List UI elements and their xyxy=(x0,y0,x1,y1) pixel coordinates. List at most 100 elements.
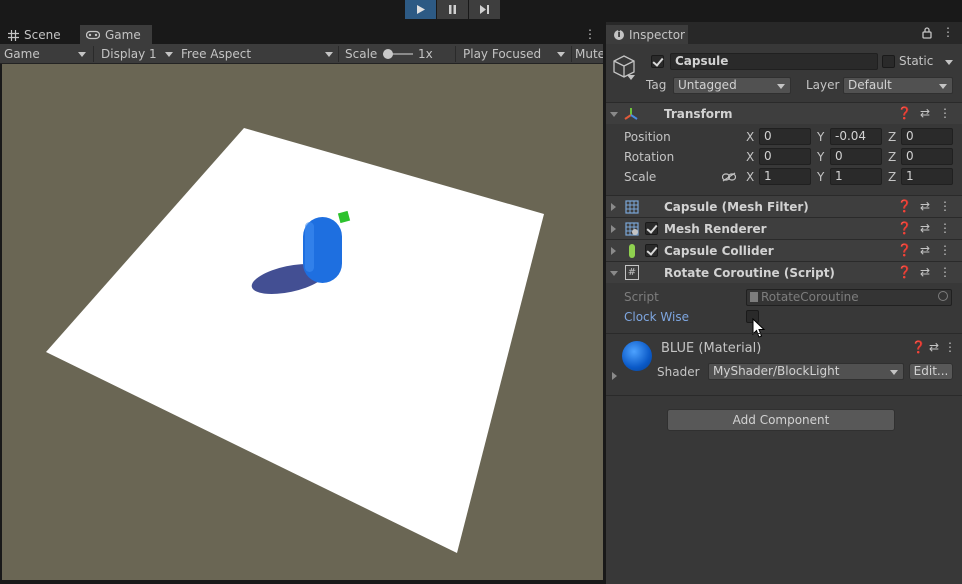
component-menu-icon[interactable]: ⋮ xyxy=(938,243,952,257)
rotation-z-field[interactable]: 0 xyxy=(901,148,953,165)
chevron-down-icon xyxy=(325,52,333,57)
game-mode-dropdown[interactable]: Game xyxy=(4,44,90,64)
component-menu-icon[interactable]: ⋮ xyxy=(938,221,952,235)
preset-sliders-icon[interactable]: ⇄ xyxy=(918,243,932,257)
collider-enabled-checkbox[interactable] xyxy=(645,244,658,257)
component-menu-icon[interactable]: ⋮ xyxy=(938,199,952,213)
static-label: Static xyxy=(899,54,934,68)
component-menu-icon[interactable]: ⋮ xyxy=(938,265,952,279)
game-mode-label: Game xyxy=(4,47,40,61)
foldout-arrow-icon[interactable] xyxy=(612,372,617,380)
pause-button[interactable] xyxy=(437,0,468,19)
position-x-field[interactable]: 0 xyxy=(759,128,811,145)
mesh-filter-header[interactable]: Capsule (Mesh Filter) ❓ ⇄ ⋮ xyxy=(606,195,962,217)
aspect-label: Free Aspect xyxy=(181,47,252,61)
shader-dropdown[interactable]: MyShader/BlockLight xyxy=(708,363,904,380)
shader-label: Shader xyxy=(657,365,700,379)
rotation-y-field[interactable]: 0 xyxy=(830,148,882,165)
capsule-collider-header[interactable]: Capsule Collider ❓ ⇄ ⋮ xyxy=(606,239,962,261)
transform-axes-icon xyxy=(624,108,638,120)
constrain-proportions-icon[interactable] xyxy=(722,172,736,182)
mesh-filter-title: Capsule (Mesh Filter) xyxy=(664,200,809,214)
help-icon[interactable]: ❓ xyxy=(911,340,926,354)
axis-x-label: X xyxy=(746,170,755,184)
mesh-renderer-enabled-checkbox[interactable] xyxy=(645,222,658,235)
game-viewport[interactable] xyxy=(2,64,603,580)
axis-y-label: Y xyxy=(817,130,825,144)
position-y-field[interactable]: -0.04 xyxy=(830,128,882,145)
mute-audio-toggle[interactable]: Mute xyxy=(575,44,603,64)
main-toolbar xyxy=(0,0,962,22)
component-menu-icon[interactable]: ⋮ xyxy=(938,106,952,120)
scale-slider[interactable] xyxy=(383,49,413,59)
display-dropdown[interactable]: Display 1 xyxy=(101,44,175,64)
layer-dropdown[interactable]: Default xyxy=(843,77,953,94)
transform-header[interactable]: Transform ❓ ⇄ ⋮ xyxy=(606,102,962,124)
edit-shader-button[interactable]: Edit... xyxy=(909,363,953,380)
transform-row-label: Position xyxy=(624,130,671,144)
position-z-field[interactable]: 0 xyxy=(901,128,953,145)
step-button[interactable] xyxy=(469,0,500,19)
script-file-icon xyxy=(750,292,758,302)
preset-sliders-icon[interactable]: ⇄ xyxy=(918,265,932,279)
foldout-arrow-icon[interactable] xyxy=(610,112,618,117)
tab-inspector[interactable]: i Inspector xyxy=(606,25,688,44)
script-object-field: RotateCoroutine xyxy=(746,289,952,306)
preset-sliders-icon[interactable]: ⇄ xyxy=(918,199,932,213)
foldout-arrow-icon[interactable] xyxy=(611,225,616,233)
foldout-arrow-icon[interactable] xyxy=(610,271,618,276)
chevron-down-icon xyxy=(165,52,173,57)
display-label: Display 1 xyxy=(101,47,157,61)
object-name-field[interactable]: Capsule xyxy=(670,53,878,70)
lock-icon[interactable] xyxy=(922,27,932,39)
game-view-toolbar: Game Display 1 Free Aspect Scale 1x Play… xyxy=(0,44,603,64)
chevron-down-icon xyxy=(557,52,565,57)
layer-label: Layer xyxy=(806,78,840,92)
play-icon xyxy=(417,5,425,14)
rotation-x-field[interactable]: 0 xyxy=(759,148,811,165)
rotate-coroutine-header[interactable]: # Rotate Coroutine (Script) ❓ ⇄ ⋮ xyxy=(606,261,962,283)
scale-slider-thumb[interactable] xyxy=(383,49,393,59)
mute-label: Mute xyxy=(575,47,603,61)
scale-y-field[interactable]: 1 xyxy=(830,168,882,185)
play-button[interactable] xyxy=(405,0,436,19)
help-icon[interactable]: ❓ xyxy=(897,199,912,213)
play-focused-label: Play Focused xyxy=(463,47,542,61)
help-icon[interactable]: ❓ xyxy=(897,221,912,235)
scale-x-field[interactable]: 1 xyxy=(759,168,811,185)
tab-game[interactable]: Game xyxy=(80,25,152,45)
chevron-down-icon[interactable] xyxy=(945,60,953,65)
tab-scene[interactable]: Scene xyxy=(2,25,67,45)
transform-row-label: Scale xyxy=(624,170,657,184)
static-checkbox[interactable] xyxy=(882,55,895,68)
preset-sliders-icon[interactable]: ⇄ xyxy=(927,340,941,354)
chevron-down-icon xyxy=(777,84,785,89)
add-component-button[interactable]: Add Component xyxy=(667,409,895,431)
play-focused-dropdown[interactable]: Play Focused xyxy=(463,44,567,64)
script-label: Script xyxy=(624,290,659,304)
help-icon[interactable]: ❓ xyxy=(897,106,912,120)
inspector-menu-icon[interactable]: ⋮ xyxy=(942,25,954,39)
info-icon: i xyxy=(614,29,624,40)
foldout-arrow-icon[interactable] xyxy=(611,203,616,211)
axis-z-label: Z xyxy=(888,170,897,184)
preset-sliders-icon[interactable]: ⇄ xyxy=(918,106,932,120)
foldout-arrow-icon[interactable] xyxy=(611,247,616,255)
chevron-down-icon[interactable] xyxy=(627,75,635,80)
chevron-down-icon xyxy=(890,370,898,375)
help-icon[interactable]: ❓ xyxy=(897,243,912,257)
mesh-renderer-header[interactable]: Mesh Renderer ❓ ⇄ ⋮ xyxy=(606,217,962,239)
component-menu-icon[interactable]: ⋮ xyxy=(943,340,957,354)
script-hash-icon: # xyxy=(625,265,639,280)
preset-sliders-icon[interactable]: ⇄ xyxy=(918,221,932,235)
active-checkbox[interactable] xyxy=(651,55,664,68)
scene-grid-icon xyxy=(8,29,19,41)
aspect-dropdown[interactable]: Free Aspect xyxy=(181,44,335,64)
tag-dropdown[interactable]: Untagged xyxy=(673,77,791,94)
help-icon[interactable]: ❓ xyxy=(897,265,912,279)
inspector-tab-bar: i Inspector ⋮ xyxy=(606,22,962,44)
clockwise-label: Clock Wise xyxy=(624,310,689,324)
panel-menu-icon[interactable]: ⋮ xyxy=(584,27,596,41)
axis-x-label: X xyxy=(746,130,755,144)
scale-z-field[interactable]: 1 xyxy=(901,168,953,185)
